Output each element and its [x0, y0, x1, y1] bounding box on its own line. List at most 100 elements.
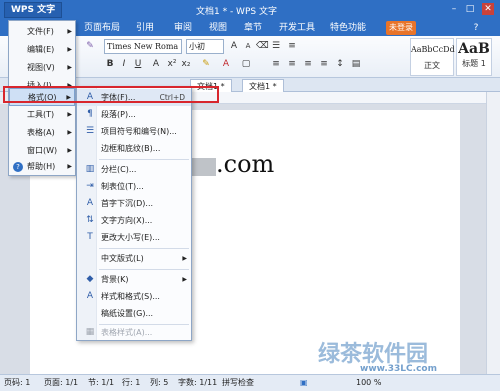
menu-item-view[interactable]: 视图(V) ▶	[9, 59, 75, 77]
menu-item-file[interactable]: 文件(F) ▶	[9, 23, 75, 41]
styles-icon: A	[86, 291, 94, 301]
watermark-url: www.33LC.com	[360, 364, 437, 374]
tab-special-features[interactable]: 特色功能	[326, 21, 370, 36]
menu-item-tabs[interactable]: ⇥ 制表位(T)...	[77, 178, 191, 195]
menu-item-label: 表格样式(A)...	[101, 328, 153, 337]
menu-item-styles-formatting[interactable]: A 样式和格式(S)...	[77, 288, 191, 305]
align-center-icon[interactable]: ≡	[286, 58, 298, 70]
status-row: 行: 1	[122, 378, 141, 387]
status-word-count: 字数: 1/11	[178, 378, 218, 387]
menu-item-asian-layout[interactable]: 中文版式(L) ▶	[77, 250, 191, 267]
chevron-right-icon: ▶	[67, 111, 72, 118]
tab-page-layout[interactable]: 页面布局	[80, 21, 124, 36]
bold-icon[interactable]: B	[104, 58, 116, 70]
menu-item-paragraph[interactable]: ¶ 段落(P)...	[77, 106, 191, 123]
tab-review[interactable]: 审阅	[170, 21, 196, 36]
menu-item-background[interactable]: ◆ 背景(K) ▶	[77, 271, 191, 288]
chevron-right-icon: ▶	[67, 28, 72, 35]
table-style-icon: ▦	[85, 327, 95, 337]
tab-sections[interactable]: 章节	[240, 21, 266, 36]
status-spellcheck[interactable]: 拼写检查	[222, 375, 254, 391]
menu-item-text-direction[interactable]: ⇅ 文字方向(X)...	[77, 212, 191, 229]
view-mode-icon[interactable]: ▣	[300, 375, 308, 391]
style-heading-1[interactable]: AaB 标题 1	[456, 38, 492, 76]
line-spacing-icon[interactable]: ↕	[334, 58, 346, 70]
numbering-icon[interactable]: ≡	[286, 40, 298, 52]
chevron-right-icon: ▶	[67, 129, 72, 136]
menu-item-table[interactable]: 表格(A) ▶	[9, 124, 75, 142]
tab-references[interactable]: 引用	[132, 21, 158, 36]
justify-icon[interactable]: ≡	[318, 58, 330, 70]
login-button[interactable]: 未登录	[386, 21, 416, 35]
menu-item-label: 边框和底纹(B)...	[101, 144, 161, 153]
menu-item-label: 视图(V)	[27, 63, 55, 72]
document-tab[interactable]: 文档1 *	[242, 79, 284, 92]
menu-item-drop-cap[interactable]: A 首字下沉(D)...	[77, 195, 191, 212]
underline-icon[interactable]: U	[132, 58, 144, 70]
drop-cap-icon: A	[86, 198, 94, 208]
superscript-icon[interactable]: x²	[166, 58, 178, 70]
tab-developer[interactable]: 开发工具	[275, 21, 319, 36]
background-icon: ◆	[86, 274, 94, 284]
menu-item-label: 工具(T)	[27, 110, 55, 119]
menu-item-label: 文件(F)	[27, 27, 54, 36]
strikethrough-icon[interactable]: A	[150, 58, 162, 70]
menu-item-table-style: ▦ 表格样式(A)...	[77, 324, 191, 341]
highlight-icon[interactable]: ✎	[200, 58, 212, 70]
wps-app-menu-button[interactable]: WPS 文字	[4, 2, 63, 18]
help-icon: ?	[13, 162, 23, 172]
font-color-icon[interactable]: A	[220, 58, 232, 70]
close-icon[interactable]: ✕	[482, 3, 494, 15]
align-left-icon[interactable]: ≡	[270, 58, 282, 70]
status-section: 节: 1/1	[88, 378, 115, 387]
clear-format-icon[interactable]: ⌫	[256, 40, 269, 52]
menu-item-bullets-numbering[interactable]: ☰ 项目符号和编号(N)...	[77, 123, 191, 140]
style-name: 标题 1	[462, 59, 486, 68]
menu-item-edit[interactable]: 编辑(E) ▶	[9, 41, 75, 59]
list-icon: ☰	[85, 126, 95, 136]
status-pages: 页面: 1/1	[44, 378, 79, 387]
columns-icon: ▥	[85, 164, 95, 174]
menu-item-change-case[interactable]: T 更改大小写(E)...	[77, 229, 191, 246]
minimize-icon[interactable]: –	[448, 3, 460, 15]
menu-item-label: 分栏(C)...	[101, 165, 137, 174]
menu-item-tools[interactable]: 工具(T) ▶	[9, 106, 75, 124]
grow-font-icon[interactable]: A	[228, 40, 240, 52]
style-sample: AaBbCcDd	[411, 45, 455, 54]
menu-item-label: 文字方向(X)...	[101, 216, 153, 225]
menu-item-help[interactable]: ? 帮助(H) ▶	[9, 158, 75, 176]
format-painter-icon[interactable]: ✎	[84, 40, 96, 52]
menu-item-label: 制表位(T)...	[101, 182, 144, 191]
chevron-right-icon: ▶	[182, 255, 187, 262]
font-size-box[interactable]: 小初	[186, 39, 224, 54]
menu-item-label: 项目符号和编号(N)...	[101, 127, 177, 136]
menu-separator	[99, 159, 189, 160]
tab-view[interactable]: 视图	[205, 21, 231, 36]
italic-icon[interactable]: I	[118, 58, 130, 70]
vertical-scrollbar[interactable]	[486, 92, 500, 374]
font-name-box[interactable]: Times New Roma	[104, 39, 182, 54]
maximize-icon[interactable]: □	[464, 3, 476, 15]
status-zoom[interactable]: 100 %	[356, 375, 381, 391]
bullets-icon[interactable]: ☰	[270, 40, 282, 52]
menu-item-label: 稿纸设置(G)...	[101, 309, 154, 318]
shrink-font-icon[interactable]: A	[242, 40, 254, 52]
menu-item-label: 样式和格式(S)...	[101, 292, 160, 301]
change-case-icon: T	[87, 232, 93, 242]
shading-icon[interactable]: ▤	[350, 58, 362, 70]
style-sample: AaB	[458, 41, 490, 57]
highlight-box	[3, 86, 219, 103]
help-icon[interactable]: ?	[470, 22, 482, 34]
menu-item-label: 帮助(H)	[27, 162, 56, 171]
align-right-icon[interactable]: ≡	[302, 58, 314, 70]
menu-item-borders-shading[interactable]: 边框和底纹(B)...	[77, 140, 191, 157]
style-normal[interactable]: AaBbCcDd 正文	[410, 38, 455, 76]
char-border-icon[interactable]: ▢	[240, 58, 252, 70]
menu-item-columns[interactable]: ▥ 分栏(C)...	[77, 161, 191, 178]
menu-item-manuscript-settings[interactable]: 稿纸设置(G)...	[77, 305, 191, 322]
subscript-icon[interactable]: x₂	[180, 58, 192, 70]
menu-item-label: 窗口(W)	[27, 146, 58, 155]
tab-stop-icon: ⇥	[86, 181, 94, 191]
chevron-right-icon: ▶	[67, 163, 72, 170]
style-name: 正文	[424, 61, 440, 70]
